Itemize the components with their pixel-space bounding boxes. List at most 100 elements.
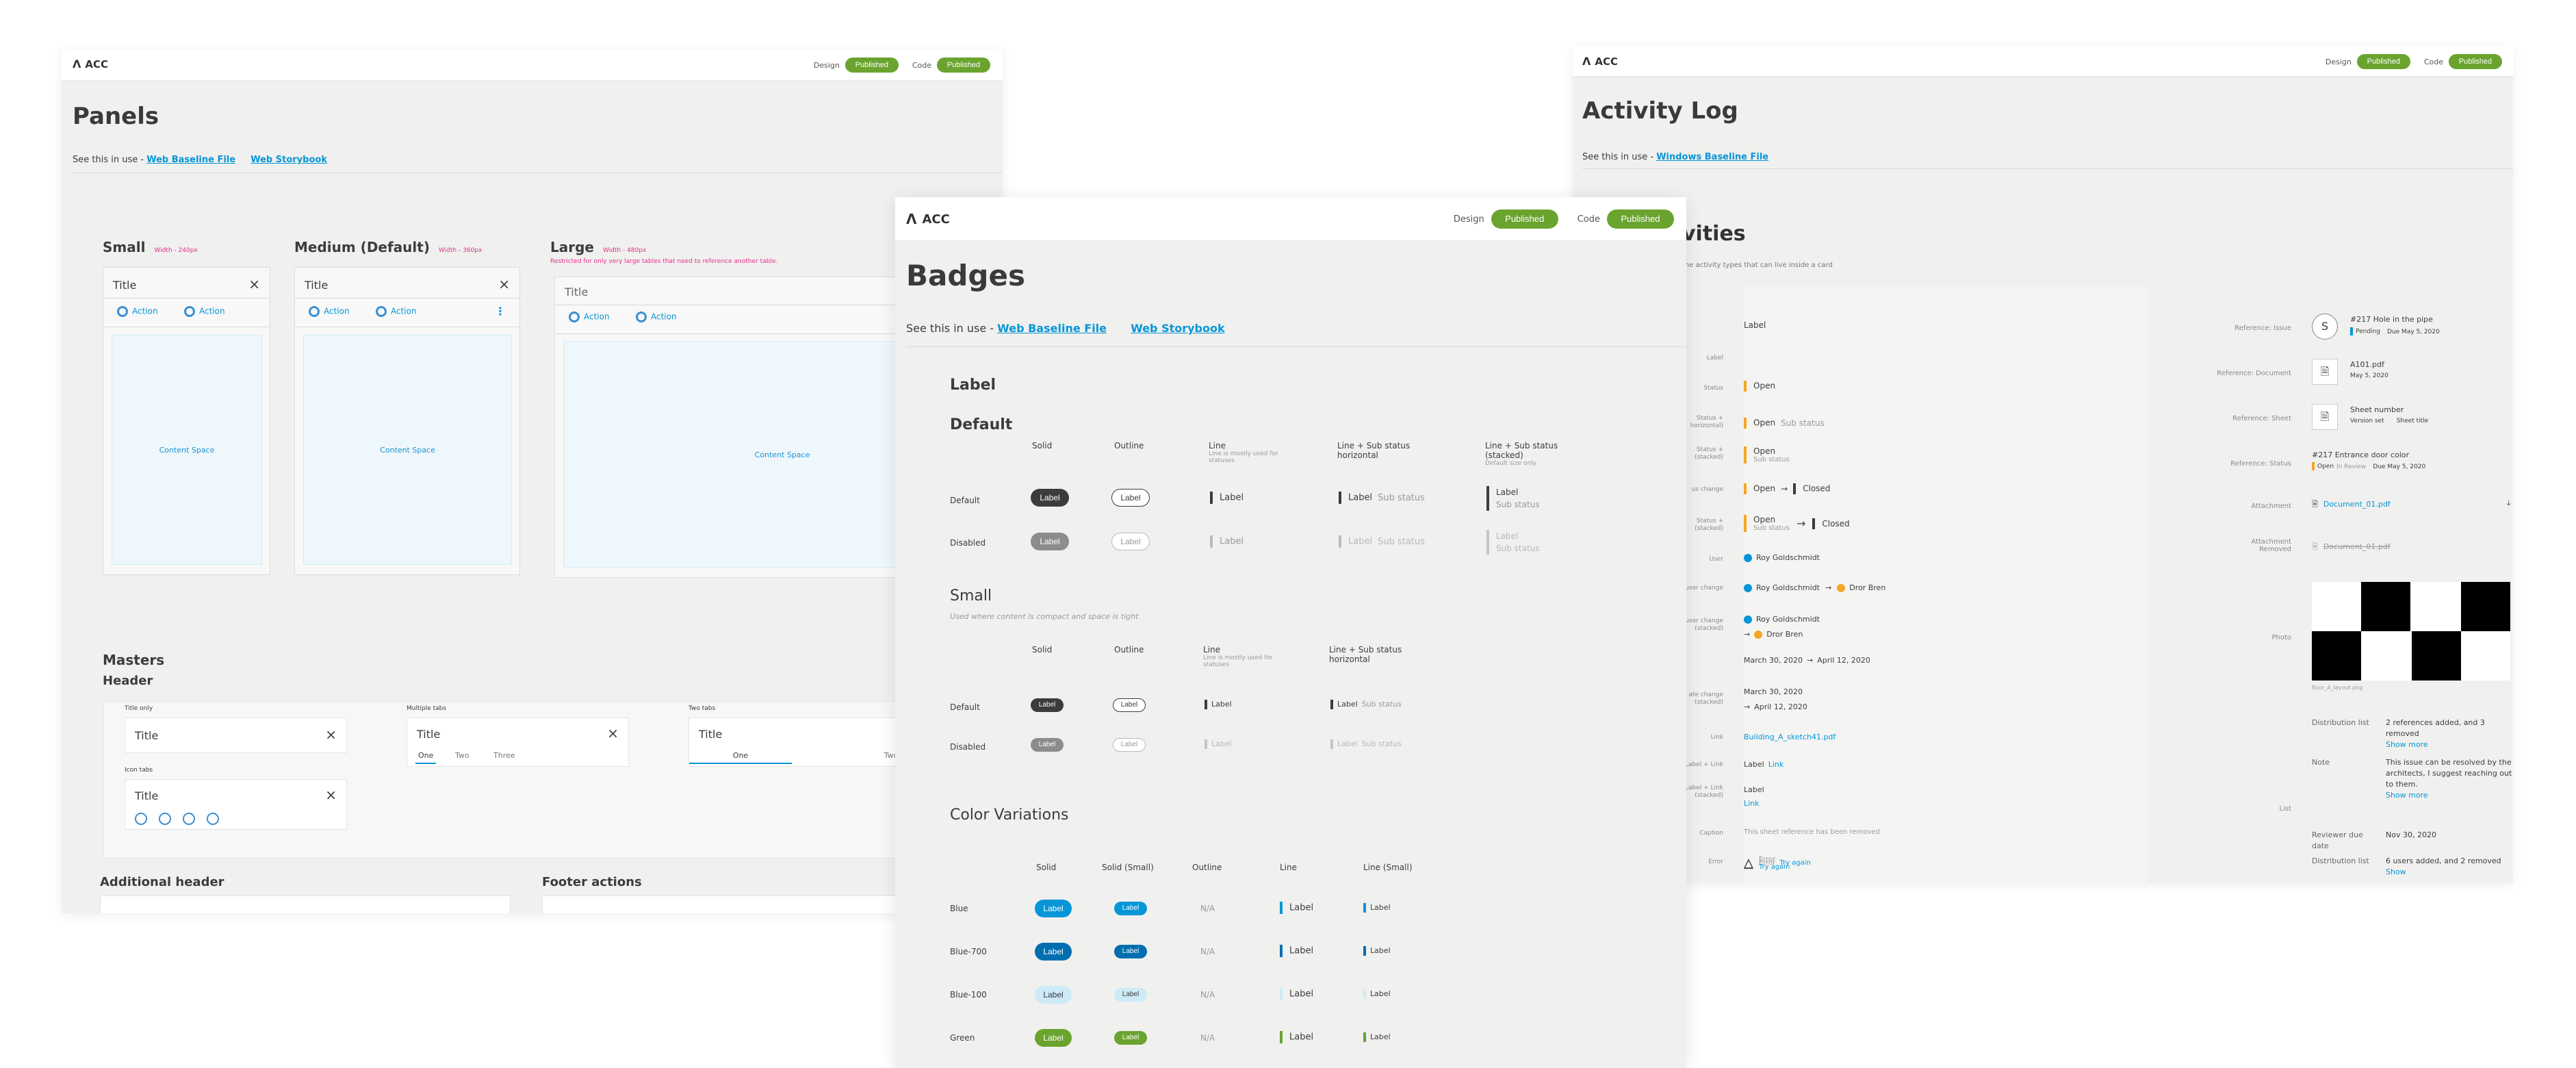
badge-solid: Label bbox=[1035, 986, 1072, 1004]
arrow-right-icon: → bbox=[1825, 583, 1832, 592]
close-icon[interactable]: × bbox=[325, 726, 337, 743]
arrow-right-icon: → bbox=[1796, 517, 1806, 530]
outline-na: N/A bbox=[1200, 1033, 1215, 1043]
panel-title: Title bbox=[699, 728, 723, 741]
show-more-link[interactable]: Show more bbox=[2386, 790, 2513, 801]
acc-logo[interactable]: Λ ACC bbox=[906, 211, 950, 227]
circle-icon[interactable] bbox=[183, 813, 195, 825]
list-value-block: 6 users added, and 2 removed Show bbox=[2386, 856, 2513, 878]
link[interactable]: Link bbox=[1768, 760, 1784, 769]
col-outline: Outline bbox=[1114, 645, 1144, 654]
caption: This sheet reference has been removed bbox=[1744, 828, 1880, 836]
action-button[interactable]: Action bbox=[184, 306, 225, 317]
panel-title: Title bbox=[113, 279, 137, 292]
tab-one[interactable]: One bbox=[415, 751, 437, 764]
multiple-tabs-header: Title × One Two Three bbox=[407, 717, 629, 767]
badge-line-small: Label bbox=[1363, 903, 1391, 913]
see-this-in-use: See this in use - Web Baseline File Web … bbox=[73, 155, 327, 165]
badge-outline-small-disabled: Label bbox=[1113, 738, 1146, 752]
circle-icon bbox=[569, 312, 580, 322]
circle-icon[interactable] bbox=[159, 813, 171, 825]
download-icon[interactable]: ⤓ bbox=[2507, 498, 2510, 508]
content-space: Content Space bbox=[112, 335, 262, 565]
circle-icon bbox=[309, 306, 320, 317]
action-button[interactable]: Action bbox=[117, 306, 158, 317]
web-baseline-link[interactable]: Web Baseline File bbox=[997, 322, 1107, 335]
user-avatar-icon bbox=[1754, 631, 1763, 639]
attachment-row[interactable]: 🗎 Document_01.pdf ⤓ bbox=[2312, 498, 2510, 511]
tab-one[interactable]: One bbox=[689, 751, 792, 764]
file-link[interactable]: Building_A_sketch41.pdf bbox=[1744, 733, 1836, 741]
circle-icon[interactable] bbox=[135, 813, 147, 825]
status-change-stacked: Open Sub status → Closed bbox=[1744, 515, 1850, 532]
page-title: Badges bbox=[906, 259, 1025, 292]
reference-status[interactable]: #217 Entrance door color Open In Review Du… bbox=[2312, 450, 2513, 470]
design-label: Design bbox=[813, 60, 840, 70]
user-avatar-icon bbox=[1744, 554, 1752, 562]
medium-heading: Medium (Default) Width - 360px bbox=[294, 239, 482, 255]
badge-solid-small: Label bbox=[1031, 698, 1064, 712]
action-button[interactable]: Action bbox=[376, 306, 417, 317]
circle-icon bbox=[184, 306, 195, 317]
list-item: Distribution list 2 references added, and… bbox=[2312, 717, 2513, 750]
badge-solid-small: Label bbox=[1114, 945, 1147, 958]
row-default: Default bbox=[950, 702, 980, 712]
header-heading: Header bbox=[103, 674, 153, 688]
row-default: Default bbox=[950, 496, 980, 505]
footer-actions-card bbox=[542, 895, 953, 913]
large-description: Restricted for only very large tables th… bbox=[550, 258, 778, 265]
acc-logo-icon: Λ bbox=[906, 211, 917, 227]
show-more-link[interactable]: Show more bbox=[2386, 739, 2513, 750]
circle-icon[interactable] bbox=[207, 813, 219, 825]
show-more-link[interactable]: Show bbox=[2386, 867, 2513, 878]
web-baseline-link[interactable]: Web Baseline File bbox=[146, 155, 235, 165]
icon-tabs-header: Title × bbox=[125, 779, 347, 830]
action-button[interactable]: Action bbox=[636, 312, 677, 322]
web-storybook-link[interactable]: Web Storybook bbox=[250, 155, 327, 165]
status-stacked: Open Sub status bbox=[1744, 446, 1790, 463]
badge-line: Label bbox=[1280, 988, 1313, 1000]
col-line-sub: Line + Sub status horizontal bbox=[1329, 645, 1402, 664]
color-name: Green bbox=[950, 1033, 975, 1043]
activity-log-frame: Λ ACC Design Published Code Published Act… bbox=[1573, 47, 2513, 883]
link[interactable]: Link bbox=[1744, 797, 1764, 811]
panel-title: Title bbox=[565, 285, 589, 298]
try-again-link[interactable]: Try again bbox=[1759, 863, 1790, 871]
web-storybook-link[interactable]: Web Storybook bbox=[1131, 322, 1225, 335]
tab-three[interactable]: Three bbox=[493, 751, 515, 760]
top-bar: Λ ACC Design Published Code Published bbox=[895, 197, 1686, 241]
list-value-block: This issue can be resolved by the archit… bbox=[2386, 757, 2513, 801]
action-button[interactable]: Action bbox=[569, 312, 610, 322]
tab-two[interactable]: Two bbox=[455, 751, 469, 760]
document-icon: 🗎 bbox=[2312, 542, 2318, 551]
close-icon[interactable]: × bbox=[325, 787, 337, 803]
badge-line-sub-stacked-disabled: Label Sub status bbox=[1486, 530, 1540, 555]
user-change-stacked: Roy Goldschmidt → Dror Bren bbox=[1744, 615, 1820, 639]
acc-logo-icon: Λ bbox=[73, 58, 81, 71]
more-vertical-icon[interactable]: ⋮ bbox=[495, 305, 506, 318]
action-button[interactable]: Action bbox=[309, 306, 350, 317]
list-item: Distribution list 6 users added, and 2 re… bbox=[2312, 856, 2513, 878]
acc-logo[interactable]: Λ ACC bbox=[73, 58, 108, 71]
color-name: Blue bbox=[950, 904, 968, 913]
two-tabs-label: Two tabs bbox=[688, 705, 716, 712]
close-icon[interactable]: × bbox=[607, 725, 619, 741]
badge-line-small: Label bbox=[1205, 700, 1232, 709]
arrow-right-icon: → bbox=[1744, 702, 1751, 711]
date-change: March 30, 2020 → April 12, 2020 bbox=[1744, 656, 1870, 665]
badge-line-small-disabled: Label bbox=[1205, 739, 1232, 749]
additional-header-card bbox=[100, 895, 511, 913]
badge-solid: Label bbox=[1031, 489, 1069, 507]
badge-line-sub-small-disabled: Label Sub status bbox=[1330, 739, 1402, 749]
badge-line: Label bbox=[1280, 945, 1313, 957]
col-line-sub-stacked: Line + Sub status (stacked) Default size … bbox=[1485, 441, 1558, 467]
design-published-badge: Published bbox=[2356, 54, 2410, 69]
badge-solid-small: Label bbox=[1114, 902, 1147, 915]
list-value: 2 references added, and 3 removed bbox=[2386, 718, 2485, 738]
close-icon[interactable]: × bbox=[498, 276, 510, 292]
color-name: Blue-700 bbox=[950, 947, 987, 956]
small-panel: Title × Action Action Content Space bbox=[103, 267, 270, 575]
photo-thumbnail[interactable] bbox=[2312, 582, 2510, 681]
close-icon[interactable]: × bbox=[248, 276, 260, 292]
arrow-right-icon: → bbox=[1781, 483, 1788, 494]
